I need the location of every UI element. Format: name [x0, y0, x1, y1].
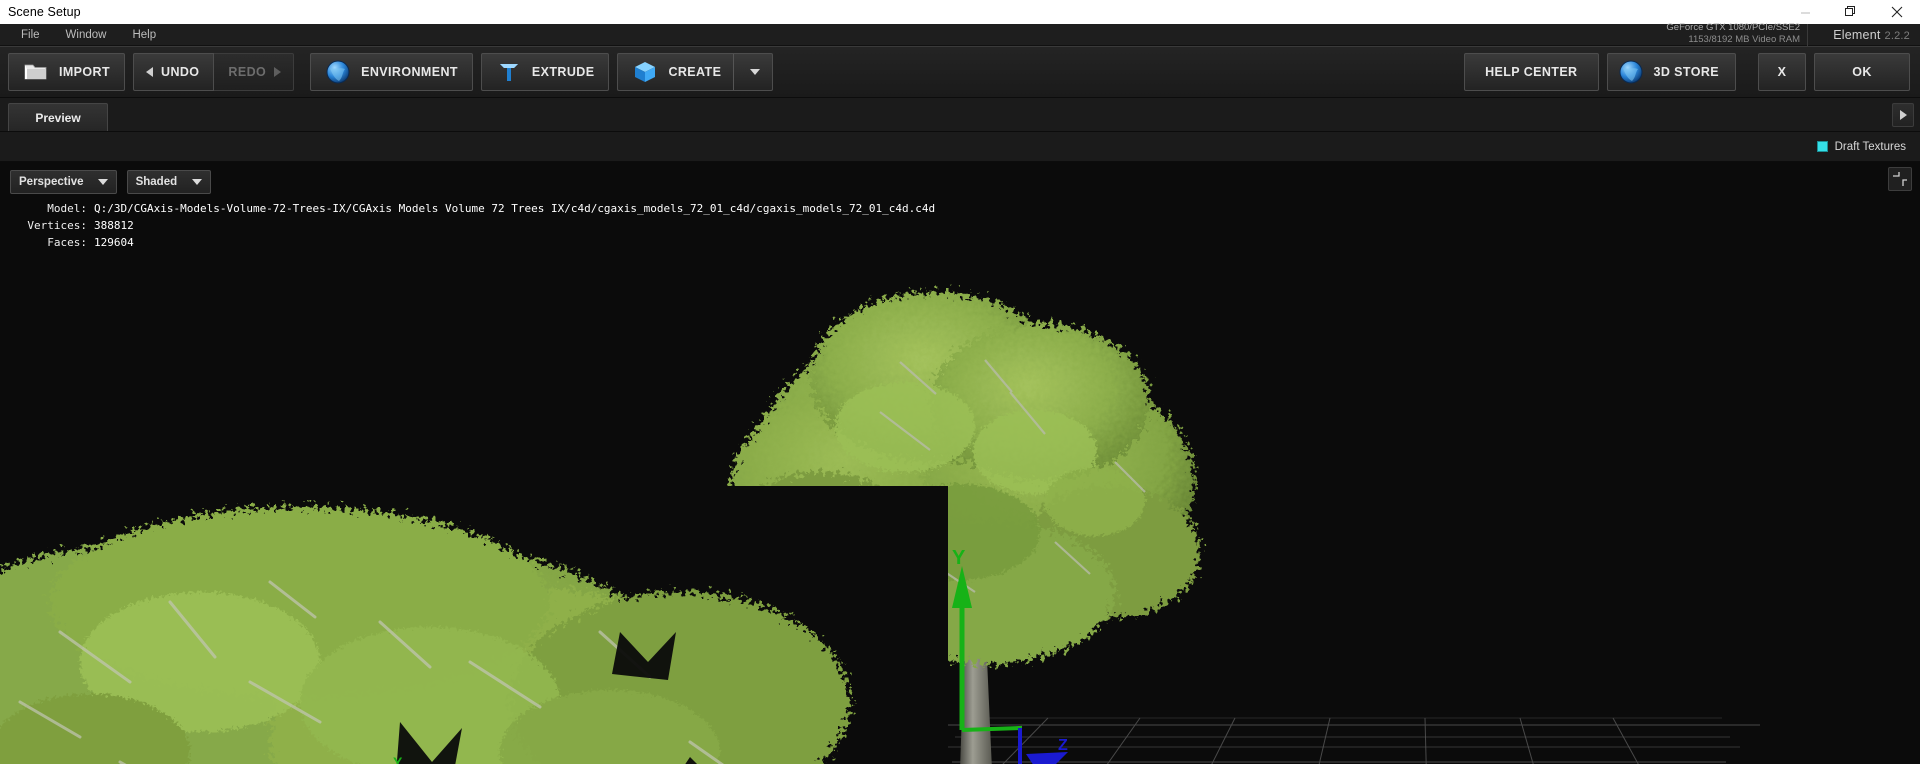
- globe-icon: [323, 57, 353, 87]
- cancel-label: X: [1777, 65, 1787, 79]
- checkbox-icon[interactable]: [1816, 141, 1828, 152]
- product-version: 2.2.2: [1884, 30, 1910, 42]
- draft-textures-toggle[interactable]: Draft Textures: [1816, 140, 1906, 153]
- camera-mode-dropdown[interactable]: Perspective: [10, 170, 117, 194]
- tree-closeup-layer: [0, 486, 948, 764]
- gizmo-y-label: Y: [952, 547, 966, 569]
- product-brand: Element 2.2.2: [1833, 28, 1910, 42]
- ok-label: OK: [1852, 65, 1872, 79]
- gpu-name: GeForce GTX 1080/PCIe/SSE2: [1666, 22, 1800, 33]
- folder-icon: [21, 57, 51, 87]
- 3d-store-label: 3D STORE: [1653, 65, 1719, 79]
- model-path-row: Model: Q:/3D/CGAxis-Models-Volume-72-Tre…: [12, 200, 935, 217]
- redo-label: REDO: [228, 65, 267, 79]
- redo-button[interactable]: REDO: [214, 53, 295, 91]
- menu-item-file[interactable]: File: [8, 24, 53, 46]
- header-divider: [1807, 24, 1808, 46]
- tab-preview[interactable]: Preview: [8, 103, 108, 131]
- 3d-store-button[interactable]: 3D STORE: [1606, 53, 1736, 91]
- undo-button[interactable]: UNDO: [133, 53, 215, 91]
- undo-label: UNDO: [161, 65, 200, 79]
- extrude-button[interactable]: EXTRUDE: [480, 53, 610, 91]
- model-path-value: Q:/3D/CGAxis-Models-Volume-72-Trees-IX/C…: [94, 202, 936, 215]
- scene-setup-window: Scene Setup File Window Help GeForce GTX…: [0, 0, 1920, 764]
- arrow-left-icon: [146, 67, 154, 77]
- faces-value: 129604: [94, 236, 134, 249]
- shading-mode-value: Shaded: [135, 176, 178, 188]
- gizmo-y-label-closeup: Y: [393, 754, 403, 764]
- model-path-key: Model:: [47, 202, 87, 215]
- window-title: Scene Setup: [8, 5, 81, 19]
- fit-view-button[interactable]: [1888, 167, 1912, 191]
- gpu-info: GeForce GTX 1080/PCIe/SSE2 1153/8192 MB …: [1470, 22, 1800, 46]
- gizmo-z-label: Z: [1058, 737, 1068, 754]
- create-label: CREATE: [668, 65, 722, 79]
- chevron-down-icon: [750, 69, 761, 75]
- window-controls: [1782, 0, 1920, 24]
- environment-button[interactable]: ENVIRONMENT: [310, 53, 473, 91]
- options-row: Draft Textures: [0, 132, 1920, 162]
- main-toolbar: IMPORT UNDO REDO ENVIRONMENT EXTRUDE CRE…: [0, 46, 1920, 98]
- cube-icon: [630, 57, 660, 87]
- model-info-overlay: Model: Q:/3D/CGAxis-Models-Volume-72-Tre…: [12, 200, 935, 251]
- undo-redo-group: UNDO REDO: [133, 53, 295, 91]
- restore-icon[interactable]: [1828, 0, 1874, 24]
- chevron-down-icon: [191, 179, 202, 185]
- tab-strip: Preview: [0, 98, 1920, 132]
- ok-button[interactable]: OK: [1814, 53, 1910, 91]
- shading-mode-dropdown[interactable]: Shaded: [126, 170, 211, 194]
- close-icon[interactable]: [1874, 0, 1920, 24]
- minimize-icon[interactable]: [1782, 0, 1828, 24]
- environment-label: ENVIRONMENT: [361, 65, 458, 79]
- window-titlebar: Scene Setup: [0, 0, 1920, 24]
- arrow-right-icon: [1899, 110, 1907, 120]
- product-name: Element: [1833, 28, 1881, 42]
- vertices-value: 388812: [94, 219, 134, 232]
- draft-textures-label: Draft Textures: [1834, 140, 1906, 153]
- create-dropdown-button[interactable]: [734, 53, 774, 91]
- help-center-button[interactable]: HELP CENTER: [1464, 53, 1599, 91]
- tabstrip-scroll-right-button[interactable]: [1892, 103, 1914, 127]
- faces-row: Faces: 129604: [12, 234, 935, 251]
- import-button[interactable]: IMPORT: [8, 53, 126, 91]
- help-center-label: HELP CENTER: [1485, 65, 1578, 79]
- import-label: IMPORT: [59, 65, 111, 79]
- faces-key: Faces:: [47, 236, 87, 249]
- gpu-vram: 1153/8192 MB Video RAM: [1688, 33, 1800, 45]
- vertices-key: Vertices:: [27, 219, 87, 232]
- arrow-right-icon: [274, 67, 282, 77]
- camera-mode-value: Perspective: [19, 176, 84, 188]
- create-button[interactable]: CREATE: [617, 53, 735, 91]
- create-group: CREATE: [617, 53, 774, 91]
- preview-viewport[interactable]: X Y Z Y Z: [0, 162, 1920, 764]
- extrude-icon: [494, 57, 524, 87]
- cancel-button[interactable]: X: [1758, 53, 1806, 91]
- vertices-row: Vertices: 388812: [12, 217, 935, 234]
- fit-view-icon: [1893, 172, 1907, 186]
- viewport-controls: Perspective Shaded: [10, 170, 211, 194]
- menu-item-window[interactable]: Window: [53, 24, 120, 46]
- chevron-down-icon: [97, 179, 108, 185]
- viewport-render[interactable]: X Y Z Y Z: [0, 162, 1920, 764]
- globe-store-icon: [1616, 57, 1646, 87]
- menu-item-help[interactable]: Help: [119, 24, 169, 46]
- extrude-label: EXTRUDE: [531, 65, 595, 79]
